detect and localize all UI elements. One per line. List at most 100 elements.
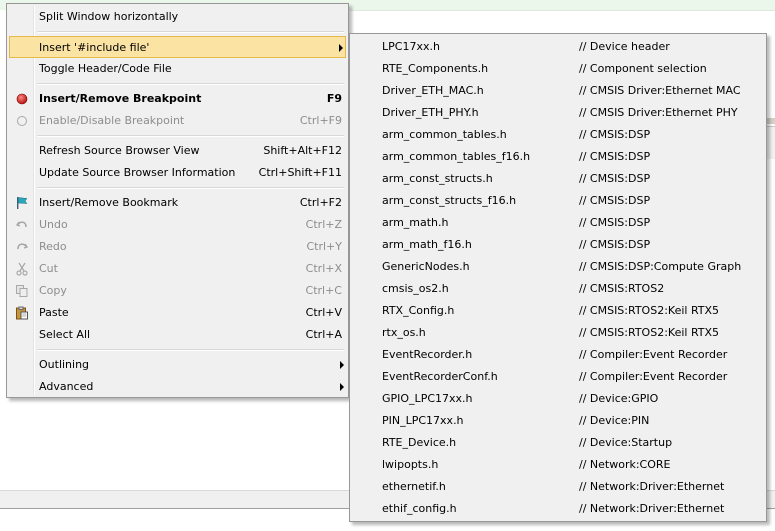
menu-separator: [37, 135, 344, 137]
include-file-name: arm_common_tables_f16.h: [382, 150, 531, 163]
include-file-item[interactable]: PIN_LPC17xx.h // Device:PIN: [352, 410, 764, 432]
breakpoint-icon: [16, 93, 28, 105]
menu-item-split-window[interactable]: Split Window horizontally: [9, 6, 346, 28]
include-file-item[interactable]: LPC17xx.h // Device header: [352, 36, 764, 58]
include-file-name: LPC17xx.h: [382, 40, 440, 53]
menu-item-insert-breakpoint[interactable]: Insert/Remove Breakpoint F9: [9, 88, 346, 110]
include-file-item[interactable]: GenericNodes.h // CMSIS:DSP:Compute Graph: [352, 256, 764, 278]
include-file-comment: // Device:Startup: [579, 436, 673, 449]
include-file-name: cmsis_os2.h: [382, 282, 449, 295]
include-file-comment: // Network:CORE: [579, 458, 671, 471]
bookmark-icon: [17, 197, 28, 209]
menu-item-bookmark[interactable]: Insert/Remove Bookmark Ctrl+F2: [9, 192, 346, 214]
include-file-item[interactable]: ethernetif.h // Network:Driver:Ethernet: [352, 476, 764, 498]
include-file-item[interactable]: EventRecorderConf.h // Compiler:Event Rec…: [352, 366, 764, 388]
include-file-submenu: LPC17xx.h // Device header RTE_Components.…: [349, 33, 767, 522]
include-file-comment: // CMSIS:DSP: [579, 150, 651, 163]
menu-item-enable-breakpoint[interactable]: Enable/Disable Breakpoint Ctrl+F9: [9, 110, 346, 132]
menu-item-update-source-browser[interactable]: Update Source Browser Information Ctrl+S…: [9, 162, 346, 184]
menu-item-refresh-source-browser[interactable]: Refresh Source Browser View Shift+Alt+F1…: [9, 140, 346, 162]
cut-icon: [16, 262, 28, 276]
breakpoint-disabled-icon: [17, 116, 27, 126]
include-file-item[interactable]: lwipopts.h // Network:CORE: [352, 454, 764, 476]
include-file-name: arm_math.h: [382, 216, 449, 229]
include-file-comment: // Device:PIN: [579, 414, 650, 427]
include-file-name: rtx_os.h: [382, 326, 426, 339]
include-file-comment: // Compiler:Event Recorder: [579, 348, 728, 361]
include-file-name: RTE_Components.h: [382, 62, 489, 75]
menu-item-toggle-header[interactable]: Toggle Header/Code File: [9, 58, 346, 80]
include-file-comment: // CMSIS:DSP: [579, 216, 651, 229]
menu-item-select-all[interactable]: Select All Ctrl+A: [9, 324, 346, 346]
include-file-name: RTE_Device.h: [382, 436, 457, 449]
include-file-comment: // CMSIS:RTOS2:Keil RTX5: [579, 326, 720, 339]
menu-separator: [37, 31, 344, 33]
include-file-name: ethernetif.h: [382, 480, 446, 493]
menu-item-undo[interactable]: Undo Ctrl+Z: [9, 214, 346, 236]
include-file-item[interactable]: ethif_config.h // Network:Driver:Ethernet: [352, 498, 764, 520]
submenu-arrow-icon: [340, 383, 344, 391]
include-file-comment: // Device header: [579, 40, 670, 53]
menu-item-redo[interactable]: Redo Ctrl+Y: [9, 236, 346, 258]
include-file-comment: // CMSIS:RTOS2:Keil RTX5: [579, 304, 720, 317]
include-file-item[interactable]: Driver_ETH_MAC.h // CMSIS Driver:Ethernet…: [352, 80, 764, 102]
include-file-item[interactable]: arm_const_structs.h // CMSIS:DSP: [352, 168, 764, 190]
include-file-item[interactable]: rtx_os.h // CMSIS:RTOS2:Keil RTX5: [352, 322, 764, 344]
include-file-item[interactable]: arm_common_tables.h // CMSIS:DSP: [352, 124, 764, 146]
include-file-name: EventRecorderConf.h: [382, 370, 498, 383]
include-file-name: arm_const_structs_f16.h: [382, 194, 517, 207]
paste-icon: [16, 306, 28, 320]
redo-icon: [17, 243, 29, 250]
menu-item-paste[interactable]: Paste Ctrl+V: [9, 302, 346, 324]
include-file-comment: // Component selection: [579, 62, 707, 75]
include-file-item[interactable]: RTE_Device.h // Device:Startup: [352, 432, 764, 454]
submenu-arrow-icon: [339, 44, 343, 52]
menu-item-copy[interactable]: Copy Ctrl+C: [9, 280, 346, 302]
menu-separator: [37, 83, 344, 85]
include-file-comment: // CMSIS:DSP:Compute Graph: [579, 260, 742, 273]
include-file-item[interactable]: RTE_Components.h // Component selection: [352, 58, 764, 80]
include-file-name: arm_math_f16.h: [382, 238, 472, 251]
include-file-item[interactable]: arm_math_f16.h // CMSIS:DSP: [352, 234, 764, 256]
include-file-name: arm_common_tables.h: [382, 128, 507, 141]
include-file-comment: // CMSIS:DSP: [579, 172, 651, 185]
include-file-item[interactable]: RTX_Config.h // CMSIS:RTOS2:Keil RTX5: [352, 300, 764, 322]
include-file-name: PIN_LPC17xx.h: [382, 414, 464, 427]
include-file-comment: // CMSIS:DSP: [579, 238, 651, 251]
menu-separator: [37, 187, 344, 189]
include-file-comment: // Device:GPIO: [579, 392, 659, 405]
include-file-item[interactable]: arm_const_structs_f16.h // CMSIS:DSP: [352, 190, 764, 212]
menu-item-outlining[interactable]: Outlining: [9, 354, 346, 376]
menu-item-cut[interactable]: Cut Ctrl+X: [9, 258, 346, 280]
undo-icon: [15, 221, 27, 228]
include-file-comment: // Network:Driver:Ethernet: [579, 480, 725, 493]
include-file-comment: // Network:Driver:Ethernet: [579, 502, 725, 515]
include-file-name: ethif_config.h: [382, 502, 457, 515]
include-file-item[interactable]: cmsis_os2.h // CMSIS:RTOS2: [352, 278, 764, 300]
include-file-item[interactable]: arm_math.h // CMSIS:DSP: [352, 212, 764, 234]
include-file-name: EventRecorder.h: [382, 348, 473, 361]
include-file-item[interactable]: EventRecorder.h // Compiler:Event Recorde…: [352, 344, 764, 366]
include-file-name: arm_const_structs.h: [382, 172, 493, 185]
include-file-name: RTX_Config.h: [382, 304, 455, 317]
include-file-comment: // CMSIS:DSP: [579, 128, 651, 141]
include-file-name: Driver_ETH_MAC.h: [382, 84, 484, 97]
menu-item-insert-include[interactable]: Insert '#include file': [9, 36, 346, 58]
menu-item-advanced[interactable]: Advanced: [9, 376, 346, 398]
include-file-item[interactable]: arm_common_tables_f16.h // CMSIS:DSP: [352, 146, 764, 168]
include-file-name: GenericNodes.h: [382, 260, 470, 273]
include-file-comment: // CMSIS:DSP: [579, 194, 651, 207]
copy-icon: [16, 285, 28, 297]
include-file-comment: // CMSIS:RTOS2: [579, 282, 665, 295]
menu-separator: [37, 349, 344, 351]
editor-context-menu: Split Window horizontally Insert '#inclu…: [6, 3, 349, 398]
include-file-name: GPIO_LPC17xx.h: [382, 392, 473, 405]
include-file-item[interactable]: Driver_ETH_PHY.h // CMSIS Driver:Ethernet…: [352, 102, 764, 124]
include-file-comment: // Compiler:Event Recorder: [579, 370, 728, 383]
submenu-arrow-icon: [340, 361, 344, 369]
include-file-item[interactable]: GPIO_LPC17xx.h // Device:GPIO: [352, 388, 764, 410]
include-file-name: Driver_ETH_PHY.h: [382, 106, 479, 119]
include-file-comment: // CMSIS Driver:Ethernet PHY: [579, 106, 738, 119]
include-file-comment: // CMSIS Driver:Ethernet MAC: [579, 84, 741, 97]
editor-line-area: [350, 10, 775, 35]
